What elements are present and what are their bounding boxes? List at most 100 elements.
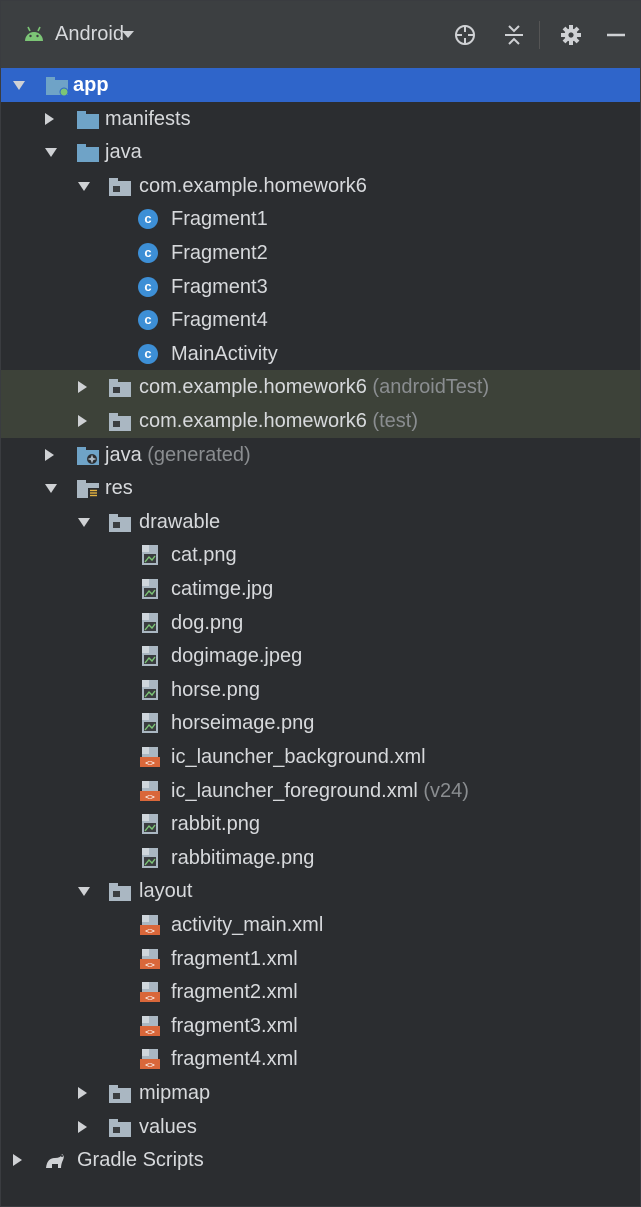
tree-item-label: rabbit.png	[171, 813, 260, 836]
crosshair-icon[interactable]	[453, 23, 477, 47]
tree-item-label: activity_main.xml	[171, 914, 323, 937]
collapsed-arrow-icon[interactable]	[78, 415, 87, 427]
expanded-arrow-icon[interactable]	[78, 517, 90, 527]
tree-row[interactable]: <> fragment2.xml	[1, 975, 640, 1009]
tree-row[interactable]: c Fragment4	[1, 303, 640, 337]
tree-row[interactable]: rabbit.png	[1, 807, 640, 841]
tree-row[interactable]: dog.png	[1, 606, 640, 640]
tree-row[interactable]: values	[1, 1110, 640, 1144]
tree-row[interactable]: <> ic_launcher_background.xml	[1, 740, 640, 774]
class-icon: c	[138, 342, 160, 364]
image-file-icon	[138, 644, 160, 667]
tree-item-name: dogimage.jpeg	[171, 645, 303, 668]
class-c-icon: c	[138, 209, 158, 230]
tree-row[interactable]: <> ic_launcher_foreground.xml (v24)	[1, 774, 640, 808]
expanded-arrow-icon[interactable]	[45, 484, 57, 494]
tree-item-name: Fragment4	[171, 309, 268, 332]
package-folder-icon	[108, 174, 131, 196]
tree-item-label: MainActivity	[171, 343, 278, 366]
tree-row[interactable]: dogimage.jpeg	[1, 639, 640, 673]
tree-item-label: fragment2.xml	[171, 981, 298, 1004]
tree-row[interactable]: horseimage.png	[1, 706, 640, 740]
tree-row[interactable]: horse.png	[1, 673, 640, 707]
tree-item-name: Fragment3	[171, 275, 268, 298]
collapsed-arrow-icon[interactable]	[78, 1120, 87, 1133]
collapsed-arrow-icon[interactable]	[78, 1087, 87, 1099]
tree-row[interactable]: c Fragment1	[1, 202, 640, 236]
tree-item-label: horseimage.png	[171, 712, 314, 735]
tree-item-name: mipmap	[139, 1082, 211, 1104]
tree-item-label: horse.png	[171, 679, 260, 702]
expanded-arrow-icon[interactable]	[78, 887, 90, 897]
tree-item-name: activity_main.xml	[171, 914, 324, 936]
tree-row[interactable]: com.example.homework6 (androidTest)	[1, 370, 640, 405]
tree-row[interactable]: layout	[1, 874, 640, 908]
collapsed-arrow-icon[interactable]	[13, 1154, 22, 1167]
resource-folder-icon	[76, 476, 99, 499]
tree-item-label: java	[105, 141, 142, 164]
tree-item-label: res	[105, 477, 133, 500]
tree-row[interactable]: <> fragment3.xml	[1, 1009, 640, 1043]
package-folder-icon	[108, 375, 131, 398]
tree-row[interactable]: <> fragment1.xml	[1, 942, 640, 976]
tree-row[interactable]: catimge.jpg	[1, 572, 640, 606]
tree-item-name: res	[105, 477, 133, 500]
tree-item-name: layout	[139, 880, 193, 903]
tree-row[interactable]: com.example.homework6 (test)	[1, 404, 640, 438]
tree-row[interactable]: Gradle Scripts	[1, 1143, 640, 1177]
tree-item-name: com.example.homework6	[139, 376, 367, 399]
tree-item-name: drawable	[139, 510, 221, 533]
tree-row[interactable]: <> activity_main.xml	[1, 908, 640, 942]
svg-text:<>: <>	[145, 792, 155, 801]
tree-item-label: manifests	[105, 108, 191, 131]
tree-item-label: ic_launcher_foreground.xml (v24)	[171, 780, 469, 803]
tree-row[interactable]: mipmap	[1, 1076, 640, 1110]
tree-item-name: ic_launcher_background.xml	[171, 746, 426, 768]
tree-row[interactable]: res	[1, 471, 640, 505]
tree-row[interactable]: manifests	[1, 102, 640, 136]
tree-item-label: Fragment2	[171, 242, 268, 265]
gear-icon[interactable]	[559, 23, 583, 47]
tree-row[interactable]: drawable	[1, 505, 640, 539]
tree-item-name: fragment2.xml	[171, 981, 298, 1004]
collapsed-arrow-icon[interactable]	[78, 381, 87, 394]
image-file-icon	[138, 711, 160, 734]
collapse-all-icon[interactable]	[502, 23, 526, 47]
collapsed-arrow-icon[interactable]	[45, 448, 54, 461]
tree-item-name: fragment4.xml	[171, 1048, 298, 1071]
tree-row[interactable]: java	[1, 135, 640, 169]
class-c-icon: c	[138, 243, 158, 263]
tree-item-label: fragment4.xml	[171, 1048, 298, 1071]
xml-file-icon: <>	[138, 1047, 160, 1070]
tree-item-name: MainActivity	[171, 342, 278, 365]
chevron-down-icon[interactable]	[122, 31, 134, 38]
tree-item-name: cat.png	[171, 544, 237, 567]
expanded-arrow-icon[interactable]	[13, 81, 25, 90]
tree-row[interactable]: <> fragment4.xml	[1, 1042, 640, 1076]
tree-row[interactable]: app	[1, 68, 640, 102]
minimize-icon[interactable]	[604, 23, 628, 47]
collapsed-arrow-icon[interactable]	[45, 112, 54, 125]
tree-item-name: com.example.homework6	[139, 410, 367, 432]
tree-row[interactable]: c Fragment2	[1, 236, 640, 270]
class-c-icon: c	[138, 343, 158, 364]
tree-row[interactable]: c Fragment3	[1, 270, 640, 304]
view-mode-selector[interactable]: Android	[55, 23, 124, 46]
xml-file-icon: <>	[138, 779, 160, 801]
class-icon: c	[138, 275, 160, 297]
android-icon	[23, 26, 45, 47]
tree-item-name: Gradle Scripts	[77, 1149, 204, 1172]
expanded-arrow-icon[interactable]	[45, 148, 57, 158]
tree-row[interactable]: java (generated)	[1, 438, 640, 472]
expanded-arrow-icon[interactable]	[78, 181, 90, 191]
tree-item-name: dog.png	[171, 611, 244, 634]
tree-row[interactable]: cat.png	[1, 538, 640, 572]
tree-item-label: rabbitimage.png	[171, 847, 314, 870]
tree-item-label: ic_launcher_background.xml	[171, 746, 426, 769]
class-c-icon: c	[138, 310, 158, 331]
tree-row[interactable]: rabbitimage.png	[1, 841, 640, 875]
tree-item-qualifier: (generated)	[141, 443, 251, 466]
tree-item-label: cat.png	[171, 544, 237, 567]
tree-row[interactable]: com.example.homework6	[1, 169, 640, 203]
tree-row[interactable]: c MainActivity	[1, 337, 640, 371]
